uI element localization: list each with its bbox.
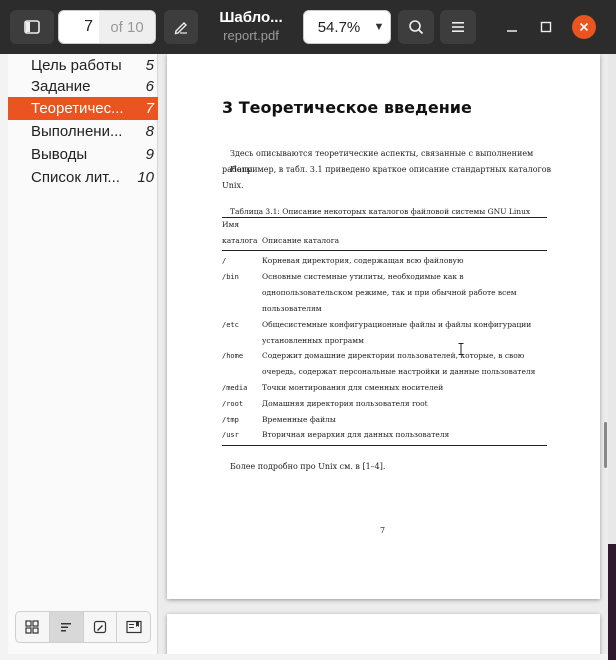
background-window-content bbox=[608, 54, 616, 544]
minimize-button[interactable] bbox=[499, 14, 525, 40]
annotations-icon bbox=[93, 620, 106, 634]
table-row-dir: /home bbox=[222, 352, 244, 360]
page-number-field[interactable]: 7 of 10 bbox=[58, 10, 156, 44]
sidebar-toggle-button[interactable] bbox=[10, 10, 54, 44]
table-row-dir: / bbox=[222, 257, 227, 265]
toc-item-label: Цель работы bbox=[31, 57, 122, 74]
window-title-block: Шабло... report.pdf bbox=[210, 9, 292, 43]
table-top-rule bbox=[222, 217, 547, 218]
document-viewer-window: 7 of 10 Шабло... report.pdf 54.7% ▼ Цель… bbox=[0, 0, 616, 660]
paragraph-after-table: Более подробно про Unix см. в [1–4]. bbox=[230, 462, 386, 471]
tab-thumbnails[interactable] bbox=[16, 612, 50, 642]
document-title: Шабло... bbox=[219, 9, 283, 26]
table-row-desc: установленных программ bbox=[262, 336, 364, 345]
table-row-desc: однопользовательском режиме, так и при о… bbox=[262, 288, 517, 297]
table-row-dir: /media bbox=[222, 384, 248, 392]
page-number-footer: 7 bbox=[380, 526, 386, 535]
tab-bookmarks[interactable] bbox=[117, 612, 150, 642]
sidebar-toggle-icon bbox=[24, 20, 40, 34]
table-header-name-line2: каталога bbox=[222, 236, 258, 245]
table-header-name-line1: Имя bbox=[222, 220, 240, 229]
grid-icon bbox=[25, 620, 39, 634]
table-header-rule bbox=[222, 250, 547, 251]
table-caption: Таблица 3.1: Описание некоторых каталого… bbox=[230, 207, 531, 216]
toc-item-label: Выполнени... bbox=[31, 123, 123, 140]
table-row-desc: Корневая директория, содержащая всю файл… bbox=[262, 256, 464, 265]
toc-item-page: 10 bbox=[137, 169, 154, 186]
table-row-desc: пользователям bbox=[262, 304, 322, 313]
sidebar-item-theory[interactable]: Теоретичес... 7 bbox=[8, 97, 158, 120]
text-cursor-icon bbox=[458, 343, 464, 355]
tab-outline[interactable] bbox=[49, 612, 84, 642]
page-total-label: of 10 bbox=[99, 11, 155, 43]
paragraph-2: Например, в табл. 3.1 приведено краткое … bbox=[222, 165, 552, 190]
toc-item-label: Список лит... bbox=[31, 169, 120, 186]
toc-item-page: 5 bbox=[145, 57, 154, 74]
section-heading: 3 Теоретическое введение bbox=[222, 98, 472, 117]
sidebar-view-switcher bbox=[15, 611, 151, 643]
table-row-dir: /bin bbox=[222, 273, 239, 281]
sidebar-item-goal[interactable]: Цель работы 5 bbox=[8, 54, 158, 77]
table-row-desc: Вторичная иерархия для данных пользовате… bbox=[262, 430, 450, 439]
table-row-desc: Основные системные утилиты, необходимые … bbox=[262, 272, 464, 281]
search-icon bbox=[409, 20, 424, 35]
table-row-desc: очередь, содержат персональные настройки… bbox=[262, 367, 536, 376]
toc-item-page: 6 bbox=[145, 78, 154, 95]
outline-icon bbox=[61, 623, 72, 632]
table-bottom-rule bbox=[222, 445, 547, 446]
toc-item-page: 9 bbox=[145, 146, 154, 163]
pdf-page-next bbox=[167, 614, 600, 654]
sidebar-item-references[interactable]: Список лит... 10 bbox=[8, 166, 158, 189]
table-row-desc: Домашняя директория пользователя root bbox=[262, 399, 428, 408]
search-button[interactable] bbox=[398, 10, 434, 44]
zoom-selector[interactable]: 54.7% ▼ bbox=[303, 10, 391, 44]
sidebar-item-task[interactable]: Задание 6 bbox=[8, 75, 158, 98]
close-icon bbox=[579, 22, 589, 32]
sidebar-item-execution[interactable]: Выполнени... 8 bbox=[8, 120, 158, 143]
tab-annotations[interactable] bbox=[84, 612, 118, 642]
document-view[interactable]: 3 Теоретическое введение Здесь описывают… bbox=[158, 54, 608, 654]
close-button[interactable] bbox=[572, 15, 596, 39]
sidebar-item-conclusions[interactable]: Выводы 9 bbox=[8, 143, 158, 166]
pdf-page: 3 Теоретическое введение Здесь описывают… bbox=[167, 54, 600, 599]
document-filename: report.pdf bbox=[223, 28, 279, 43]
pencil-icon bbox=[174, 22, 187, 35]
outline-sidebar: Цель работы 5 Задание 6 Теоретичес... 7 … bbox=[8, 54, 158, 654]
toc-item-label: Теоретичес... bbox=[31, 100, 124, 117]
toc-item-label: Задание bbox=[31, 78, 91, 95]
maximize-icon bbox=[540, 21, 552, 33]
main-menu-button[interactable] bbox=[440, 10, 476, 44]
maximize-button[interactable] bbox=[533, 14, 559, 40]
table-row-desc: Общесистемные конфигурационные файлы и ф… bbox=[262, 320, 532, 329]
zoom-value: 54.7% bbox=[317, 18, 361, 36]
vertical-scrollbar[interactable] bbox=[604, 422, 607, 468]
current-page-input[interactable]: 7 bbox=[59, 18, 99, 36]
bookmarks-icon bbox=[126, 620, 142, 634]
table-row-desc: Содержит домашние директории пользовател… bbox=[262, 351, 525, 360]
table-row-dir: /usr bbox=[222, 431, 239, 439]
table-row-dir: /etc bbox=[222, 321, 239, 329]
table-row-desc: Временные файлы bbox=[262, 415, 336, 424]
hamburger-menu-icon bbox=[452, 22, 464, 32]
table-row-desc: Точки монтирования для сменных носителей bbox=[262, 383, 444, 392]
toc-item-page: 8 bbox=[145, 123, 154, 140]
table-row-dir: /root bbox=[222, 400, 244, 408]
annotate-button[interactable] bbox=[164, 10, 198, 44]
toc-item-label: Выводы bbox=[31, 146, 88, 163]
header-bar: 7 of 10 Шабло... report.pdf 54.7% ▼ bbox=[0, 0, 616, 54]
minimize-icon bbox=[507, 30, 517, 32]
chevron-down-icon: ▼ bbox=[373, 21, 385, 33]
toc-item-page: 7 bbox=[145, 100, 154, 117]
table-row-dir: /tmp bbox=[222, 416, 239, 424]
table-header-description: Описание каталога bbox=[262, 236, 340, 245]
